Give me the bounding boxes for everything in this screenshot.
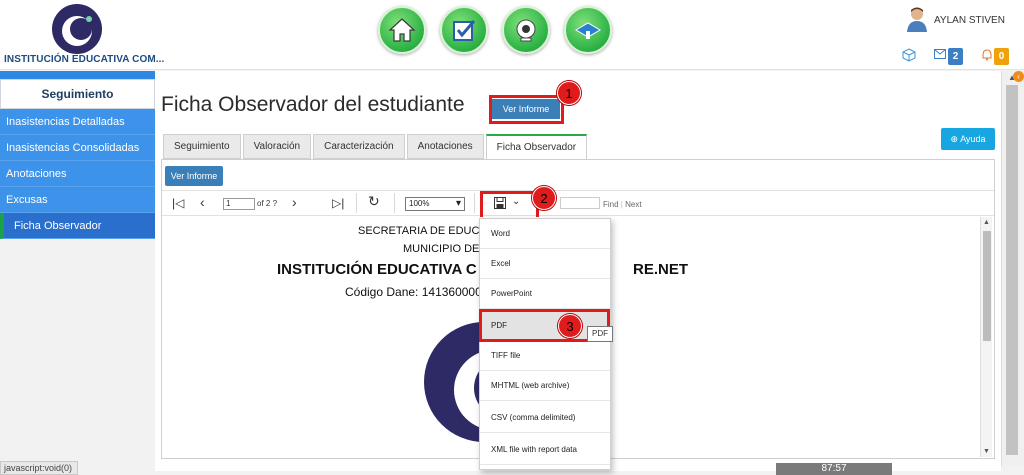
sidebar-item-anotaciones[interactable]: Anotaciones <box>0 161 155 187</box>
sidebar-item-inasistencias-detalladas[interactable]: Inasistencias Detalladas <box>0 109 155 135</box>
export-xml[interactable]: XML file with report data <box>480 435 610 465</box>
tab-anotaciones[interactable]: Anotaciones <box>406 134 484 159</box>
user-area: AYLAN STIVEN 2 0 <box>900 4 1024 68</box>
annotation-marker-3: 3 <box>558 314 582 338</box>
pdf-tooltip: PDF <box>587 326 613 342</box>
export-tiff[interactable]: TIFF file <box>480 341 610 371</box>
export-word[interactable]: Word <box>480 219 610 249</box>
export-csv[interactable]: CSV (comma delimited) <box>480 403 610 433</box>
next-page-icon[interactable]: › <box>292 194 297 210</box>
first-page-icon[interactable]: |◁ <box>172 196 184 210</box>
report-scroll-thumb[interactable] <box>983 231 991 341</box>
scroll-up-icon[interactable]: ▲ <box>983 219 990 226</box>
browser-status-text: javascript:void(0) <box>0 461 78 475</box>
webcam-icon[interactable] <box>502 6 550 54</box>
tab-seguimiento[interactable]: Seguimiento <box>163 134 241 159</box>
doc-secretaria: SECRETARIA DE EDUCA <box>358 225 487 237</box>
annotation-marker-2: 2 <box>532 186 556 210</box>
toolbar-divider <box>394 193 395 213</box>
mail-icon[interactable] <box>934 49 946 62</box>
find-controls: Find | Next <box>603 200 642 209</box>
annotation-highlight-2 <box>480 191 539 220</box>
graduation-icon[interactable] <box>564 6 612 54</box>
export-powerpoint[interactable]: PowerPoint <box>480 279 610 309</box>
zoom-select[interactable]: 100% <box>405 197 465 211</box>
doc-municipio: MUNICIPIO DE <box>403 243 480 255</box>
refresh-icon[interactable]: ↻ <box>368 193 380 210</box>
page-scrollbar[interactable]: ▲ <box>1001 71 1024 466</box>
ver-informe-button[interactable]: Ver Informe <box>165 166 223 186</box>
app-header: INSTITUCIÓN EDUCATIVA COM... AYLAN STIVE… <box>0 0 1024 70</box>
export-mhtml[interactable]: MHTML (web archive) <box>480 371 610 401</box>
doc-codigo-dane: Código Dane: 141360000 <box>345 285 482 299</box>
institution-name[interactable]: INSTITUCIÓN EDUCATIVA COM... <box>4 54 164 65</box>
mail-count-badge[interactable]: 2 <box>948 48 963 65</box>
cube-icon[interactable] <box>902 48 916 65</box>
collapse-arrow-icon[interactable]: ‹ <box>1013 71 1024 82</box>
institution-logo[interactable] <box>52 4 102 54</box>
last-page-icon[interactable]: ▷| <box>332 196 344 210</box>
doc-institucion-tail: RE.NET <box>633 261 689 278</box>
toolbar-divider <box>474 193 475 213</box>
report-scrollbar[interactable]: ▲ ▼ <box>980 217 992 457</box>
session-timer: 87:57 <box>776 463 892 475</box>
user-name[interactable]: AYLAN STIVEN <box>934 15 1005 26</box>
scroll-down-icon[interactable]: ▼ <box>983 448 990 455</box>
page-number-input[interactable]: 1 <box>223 198 255 210</box>
report-toolbar: |◁ ‹ 1 of 2 ? › ▷| ↻ 100% ⌄ Find | Next <box>162 190 994 220</box>
find-next-link[interactable]: Next <box>625 200 641 209</box>
find-input[interactable] <box>560 197 600 209</box>
sidebar-item-inasistencias-consolidadas[interactable]: Inasistencias Consolidadas <box>0 135 155 161</box>
ayuda-label: Ayuda <box>960 134 986 144</box>
tab-caracterizacion[interactable]: Caracterización <box>313 134 405 159</box>
ayuda-button[interactable]: ⊕ Ayuda <box>941 128 995 150</box>
annotation-highlight-1 <box>489 95 564 124</box>
sidebar-item-excusas[interactable]: Excusas <box>0 187 155 213</box>
annotation-marker-1: 1 <box>557 81 581 105</box>
export-excel[interactable]: Excel <box>480 249 610 279</box>
avatar[interactable] <box>906 6 928 32</box>
prev-page-icon[interactable]: ‹ <box>200 194 205 210</box>
tab-bar: Seguimiento Valoración Caracterización A… <box>163 134 588 165</box>
tab-ficha-observador[interactable]: Ficha Observador <box>485 134 588 165</box>
tab-valoracion[interactable]: Valoración <box>242 134 312 159</box>
tab-ficha-observador-label: Ficha Observador <box>496 142 577 153</box>
sidebar: Seguimiento Inasistencias Detalladas Ina… <box>0 71 155 461</box>
home-icon[interactable] <box>378 6 426 54</box>
page-title: Ficha Observador del estudiante <box>161 93 465 116</box>
bell-icon[interactable] <box>982 49 992 64</box>
help-globe-icon: ⊕ <box>950 134 959 144</box>
notification-count-badge[interactable]: 0 <box>994 48 1009 65</box>
page-scroll-thumb[interactable] <box>1006 85 1018 455</box>
sidebar-top-strip <box>0 71 155 79</box>
export-menu: Word Excel PowerPoint PDF TIFF file MHTM… <box>479 218 611 470</box>
page-count-text: of 2 ? <box>257 199 278 208</box>
main-nav <box>378 6 612 62</box>
doc-institucion: INSTITUCIÓN EDUCATIVA C <box>277 261 477 278</box>
check-icon[interactable] <box>440 6 488 54</box>
sidebar-title[interactable]: Seguimiento <box>0 79 155 109</box>
find-link[interactable]: Find <box>603 200 619 209</box>
sidebar-item-ficha-observador[interactable]: Ficha Observador <box>0 213 155 239</box>
toolbar-divider <box>356 193 357 213</box>
